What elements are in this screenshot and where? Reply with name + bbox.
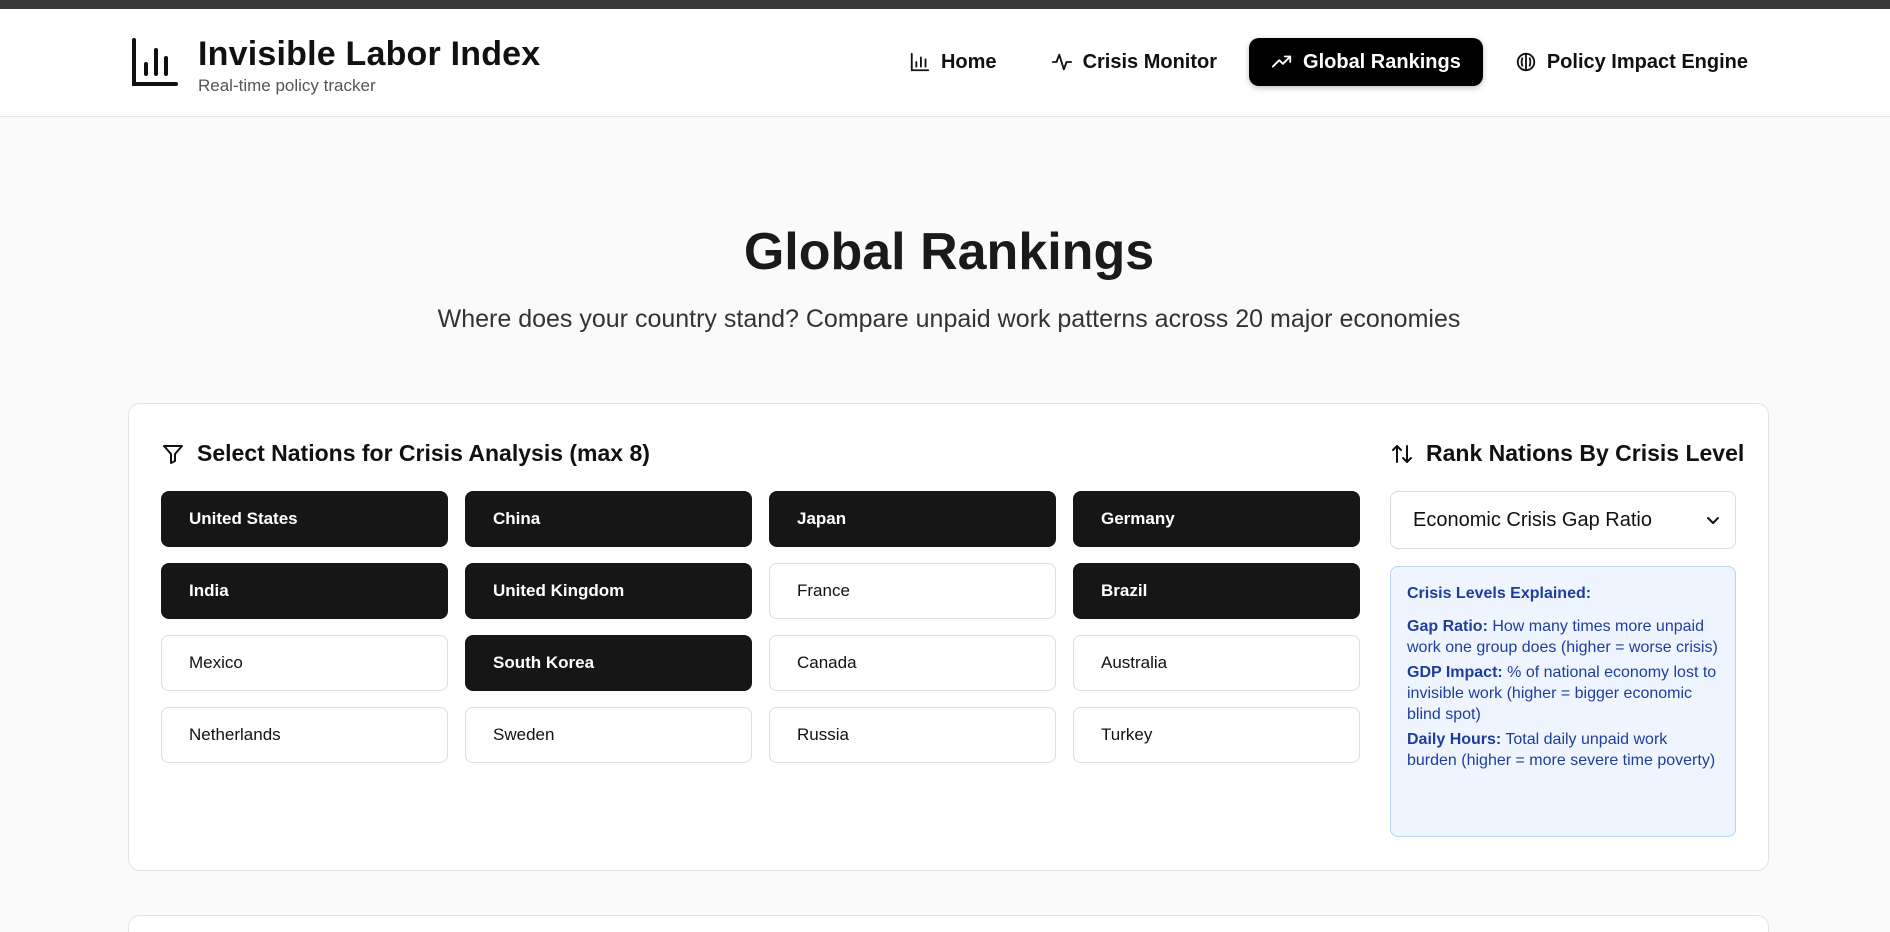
rank-heading-label: Rank Nations By Crisis Level xyxy=(1426,440,1745,466)
nav-global-rankings-label: Global Rankings xyxy=(1303,50,1461,73)
nation-chip-germany[interactable]: Germany xyxy=(1073,491,1360,547)
nation-chip-france[interactable]: France xyxy=(769,563,1056,619)
nation-chip-japan[interactable]: Japan xyxy=(769,491,1056,547)
bar-chart-icon xyxy=(132,38,178,86)
filter-icon xyxy=(163,444,183,464)
nation-chip-china[interactable]: China xyxy=(465,491,752,547)
nav-crisis-monitor[interactable]: Crisis Monitor xyxy=(1029,38,1239,86)
info-term: Daily Hours: xyxy=(1407,731,1502,748)
nation-chip-india[interactable]: India xyxy=(161,563,448,619)
nav-global-rankings[interactable]: Global Rankings xyxy=(1249,38,1483,86)
main-nav: Home Crisis Monitor Global Rankings Poli… xyxy=(887,38,1770,86)
info-entry-daily-hours: Daily Hours: Total daily unpaid work bur… xyxy=(1407,729,1719,771)
crisis-levels-info: Crisis Levels Explained: Gap Ratio: How … xyxy=(1390,566,1736,837)
chevron-down-icon xyxy=(1707,517,1719,524)
nav-policy-impact-engine[interactable]: Policy Impact Engine xyxy=(1493,38,1770,86)
nav-home[interactable]: Home xyxy=(887,38,1019,86)
info-entry-gap-ratio: Gap Ratio: How many times more unpaid wo… xyxy=(1407,616,1719,658)
nav-crisis-monitor-label: Crisis Monitor xyxy=(1082,50,1218,73)
rank-heading: Rank Nations By Crisis Level xyxy=(1390,440,1744,467)
info-title: Crisis Levels Explained: xyxy=(1407,585,1592,602)
nation-chip-united-kingdom[interactable]: United Kingdom xyxy=(465,563,752,619)
bar-chart-icon xyxy=(910,52,930,72)
activity-icon xyxy=(1051,53,1072,71)
info-entry-gdp-impact: GDP Impact: % of national economy lost t… xyxy=(1407,662,1719,725)
rank-metric-select[interactable]: Economic Crisis Gap Ratio xyxy=(1390,491,1736,549)
selection-panel: Select Nations for Crisis Analysis (max … xyxy=(128,403,1769,871)
nation-chip-brazil[interactable]: Brazil xyxy=(1073,563,1360,619)
nav-policy-impact-engine-label: Policy Impact Engine xyxy=(1546,50,1748,73)
nation-grid: United States China Japan Germany India Unite… xyxy=(161,491,1360,763)
nation-chip-mexico[interactable]: Mexico xyxy=(161,635,448,691)
brand[interactable]: Invisible Labor Index Real-time policy t… xyxy=(130,34,540,96)
nation-chip-south-korea[interactable]: South Korea xyxy=(465,635,752,691)
page-subtitle: Where does your country stand? Compare u… xyxy=(437,305,1461,333)
nation-chip-canada[interactable]: Canada xyxy=(769,635,1056,691)
select-nations-heading: Select Nations for Crisis Analysis (max … xyxy=(161,440,650,467)
nation-chip-turkey[interactable]: Turkey xyxy=(1073,707,1360,763)
results-panel xyxy=(128,915,1769,932)
brand-subtitle: Real-time policy tracker xyxy=(198,76,376,95)
nation-chip-sweden[interactable]: Sweden xyxy=(465,707,752,763)
page-title: Global Rankings xyxy=(743,223,1155,281)
brain-icon xyxy=(1516,52,1535,72)
app-header: Invisible Labor Index Real-time policy t… xyxy=(0,9,1890,117)
brand-title: Invisible Labor Index xyxy=(198,35,541,73)
top-strip xyxy=(0,0,1890,9)
select-nations-heading-label: Select Nations for Crisis Analysis (max … xyxy=(197,440,650,466)
sort-arrows-icon xyxy=(1392,444,1412,463)
info-term: GDP Impact: xyxy=(1407,664,1503,681)
rank-metric-selected: Economic Crisis Gap Ratio xyxy=(1413,508,1652,531)
trending-up-icon xyxy=(1271,55,1292,68)
info-term: Gap Ratio: xyxy=(1407,618,1488,635)
nation-chip-australia[interactable]: Australia xyxy=(1073,635,1360,691)
nation-chip-russia[interactable]: Russia xyxy=(769,707,1056,763)
nation-chip-netherlands[interactable]: Netherlands xyxy=(161,707,448,763)
nav-home-label: Home xyxy=(940,50,997,73)
nation-chip-united-states[interactable]: United States xyxy=(161,491,448,547)
